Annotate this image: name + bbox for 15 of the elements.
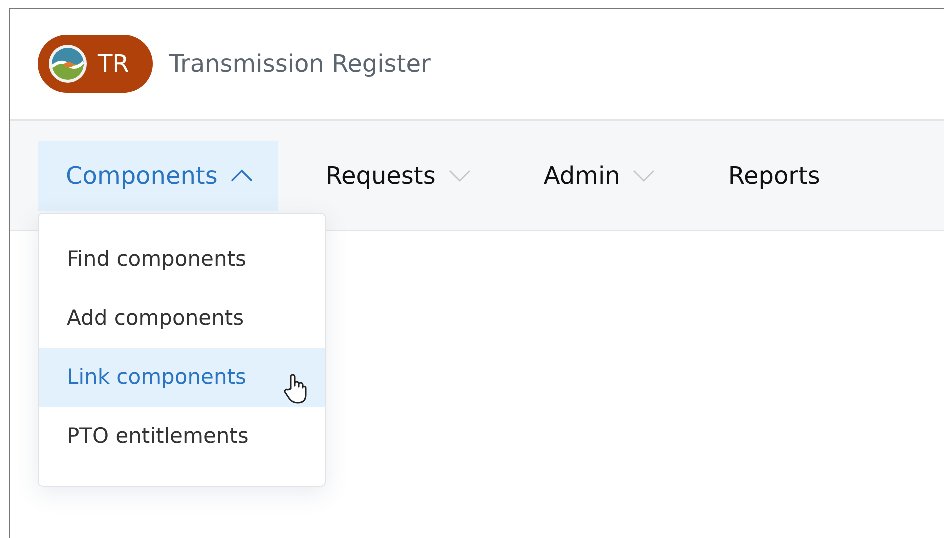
nav-tab[interactable]: Reports xyxy=(700,140,844,210)
nav-tab[interactable]: Requests xyxy=(298,140,496,210)
nav-tab[interactable]: Admin xyxy=(516,140,680,210)
chevron-up-icon xyxy=(230,168,254,182)
menu-item[interactable]: Add components xyxy=(39,288,325,348)
logo-badge[interactable]: TR xyxy=(38,35,154,93)
menu-item[interactable]: Link components xyxy=(39,348,325,406)
chevron-down-icon xyxy=(632,168,656,182)
globe-logo-icon xyxy=(48,44,88,84)
chevron-down-icon xyxy=(448,168,472,182)
hand-cursor-icon xyxy=(283,372,307,404)
nav-tab[interactable]: Components xyxy=(38,140,278,210)
app-title: Transmission Register xyxy=(169,50,431,78)
menu-item[interactable]: PTO entitlements xyxy=(39,406,325,466)
menu-item[interactable]: Find components xyxy=(39,230,325,288)
